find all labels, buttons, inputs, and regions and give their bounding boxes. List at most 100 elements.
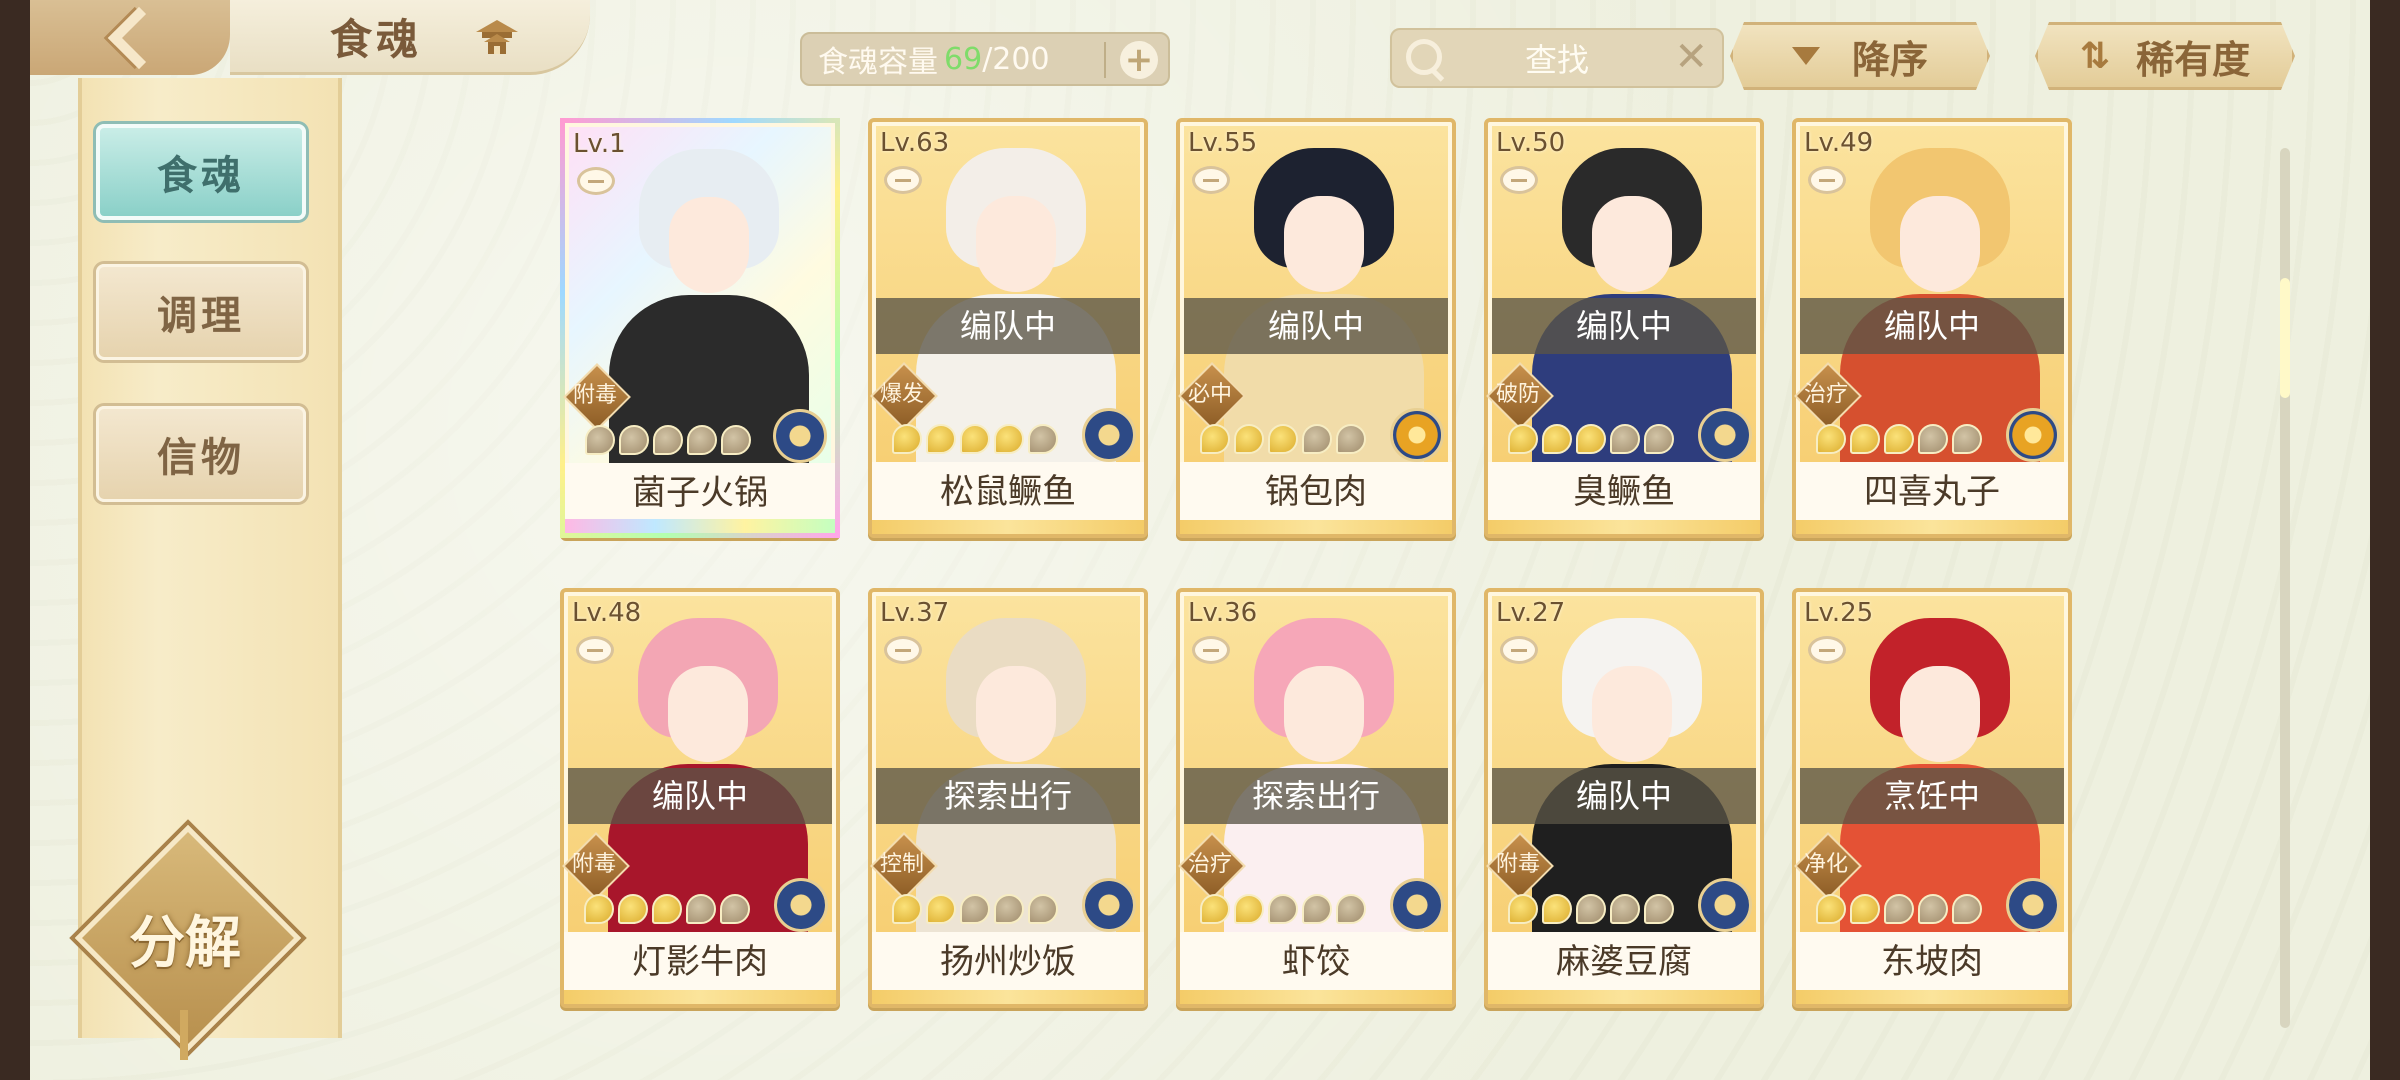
star-icon <box>1508 424 1538 454</box>
swap-sort-icon: ⇅ <box>2079 35 2111 77</box>
card-bottom-band <box>872 520 1144 534</box>
level-label: Lv.55 <box>1188 128 1258 158</box>
status-banner: 编队中 <box>1184 298 1448 354</box>
card-bottom-band <box>1180 520 1452 534</box>
food-soul-name: 麻婆豆腐 <box>1488 932 1760 992</box>
back-button[interactable] <box>30 0 230 75</box>
capacity-display: 食魂容量 69 / 200 + <box>800 32 1170 86</box>
descending-arrow-icon <box>1792 47 1820 65</box>
role-badge: 控制 <box>870 832 938 900</box>
food-soul-name: 虾饺 <box>1180 932 1452 992</box>
sidebar-item-conditioning[interactable]: 调理 <box>96 264 306 360</box>
bowl-icon <box>884 166 922 194</box>
bowl-icon <box>576 636 614 664</box>
sidebar-item-keepsake[interactable]: 信物 <box>96 406 306 502</box>
star-rating <box>1508 424 1674 460</box>
food-soul-card[interactable]: Lv.25 烹饪中 净化 东坡肉 <box>1792 588 2072 1008</box>
level-label: Lv.50 <box>1496 128 1566 158</box>
add-capacity-button[interactable]: + <box>1120 41 1158 79</box>
element-emblem-icon <box>1390 878 1444 932</box>
card-bottom-band <box>1796 990 2068 1004</box>
food-soul-card[interactable]: Lv.49 编队中 治疗 四喜丸子 <box>1792 118 2072 538</box>
bowl-icon <box>577 167 615 195</box>
star-icon <box>1918 894 1948 924</box>
star-icon <box>652 894 682 924</box>
food-soul-card[interactable]: Lv.27 编队中 附毒 麻婆豆腐 <box>1484 588 1764 1008</box>
food-soul-name: 锅包肉 <box>1180 462 1452 522</box>
star-icon <box>653 425 683 455</box>
card-bottom-band <box>1488 990 1760 1004</box>
bowl-icon <box>1500 166 1538 194</box>
star-rating <box>1200 424 1366 460</box>
role-label: 附毒 <box>571 852 616 877</box>
star-icon <box>1610 894 1640 924</box>
star-icon <box>926 424 956 454</box>
capacity-label: 食魂容量 <box>818 45 938 80</box>
clear-search-button[interactable]: ✕ <box>1674 34 1708 80</box>
sort-rarity-button[interactable]: ⇅ 稀有度 <box>2035 22 2295 90</box>
card-bottom-band <box>564 990 836 1004</box>
food-soul-card[interactable]: Lv.50 编队中 破防 臭鳜鱼 <box>1484 118 1764 538</box>
role-badge: 净化 <box>1794 832 1862 900</box>
bowl-icon <box>1192 166 1230 194</box>
star-icon <box>1200 424 1230 454</box>
capacity-current: 69 <box>944 41 983 77</box>
status-banner: 编队中 <box>1492 298 1756 354</box>
food-soul-name: 臭鳜鱼 <box>1488 462 1760 522</box>
status-banner: 烹饪中 <box>1800 768 2064 824</box>
star-icon <box>1234 894 1264 924</box>
food-soul-card[interactable]: Lv.36 探索出行 治疗 虾饺 <box>1176 588 1456 1008</box>
capacity-divider <box>1104 42 1106 78</box>
star-icon <box>1508 894 1538 924</box>
food-soul-card[interactable]: Lv.48 编队中 附毒 灯影牛肉 <box>560 588 840 1008</box>
sort-order-button[interactable]: 降序 <box>1730 22 1990 90</box>
food-soul-card[interactable]: Lv.55 编队中必中锅包肉 <box>1176 118 1456 538</box>
star-rating <box>1816 894 1982 930</box>
star-rating <box>1816 424 1982 460</box>
star-icon <box>1576 894 1606 924</box>
star-rating <box>892 424 1058 460</box>
level-label: Lv.48 <box>572 598 642 628</box>
food-soul-card[interactable]: Lv.37 探索出行 控制 扬州炒饭 <box>868 588 1148 1008</box>
role-badge: 附毒 <box>563 363 631 431</box>
star-icon <box>1542 894 1572 924</box>
pavilion-icon[interactable] <box>474 18 520 58</box>
search-icon <box>1406 39 1442 75</box>
search-label: 查找 <box>1524 41 1589 79</box>
star-icon <box>1542 424 1572 454</box>
food-soul-card[interactable]: Lv.63 编队中 爆发 松鼠鳜鱼 <box>868 118 1148 538</box>
food-soul-name: 四喜丸子 <box>1796 462 2068 522</box>
status-banner: 探索出行 <box>876 768 1140 824</box>
role-label: 治疗 <box>1187 852 1232 877</box>
search-input[interactable]: 查找 ✕ <box>1390 28 1724 88</box>
element-emblem-icon <box>2006 878 2060 932</box>
star-rating <box>584 894 750 930</box>
element-emblem-icon <box>1698 878 1752 932</box>
element-emblem-icon <box>1390 408 1444 462</box>
level-label: Lv.36 <box>1188 598 1258 628</box>
star-icon <box>1028 894 1058 924</box>
role-label: 治疗 <box>1803 382 1848 407</box>
star-icon <box>1268 424 1298 454</box>
sidebar-item-food-soul[interactable]: 食魂 <box>96 124 306 220</box>
element-emblem-icon <box>774 878 828 932</box>
decompose-label: 分解 <box>129 910 241 976</box>
star-icon <box>1850 894 1880 924</box>
star-icon <box>1234 424 1264 454</box>
role-label: 必中 <box>1187 382 1232 407</box>
game-screen: 食魂 食魂容量 69 / 200 + 查找 ✕ 降序 ⇅ 稀有度 食魂 调理 信… <box>30 0 2370 1080</box>
card-bottom-band <box>1488 520 1760 534</box>
scroll-thumb[interactable] <box>2280 278 2290 398</box>
star-rating <box>1508 894 1674 930</box>
bowl-icon <box>884 636 922 664</box>
food-soul-name: 灯影牛肉 <box>564 932 836 992</box>
card-bottom-band <box>1180 990 1452 1004</box>
card-bottom-band <box>872 990 1144 1004</box>
star-icon <box>1884 894 1914 924</box>
scrollbar[interactable] <box>2280 148 2290 1028</box>
star-icon <box>686 894 716 924</box>
sidebar-item-label: 信物 <box>157 434 245 481</box>
role-label: 附毒 <box>572 383 617 408</box>
food-soul-card[interactable]: Lv.1 附毒 菌子火锅 <box>560 118 840 538</box>
star-icon <box>1336 894 1366 924</box>
